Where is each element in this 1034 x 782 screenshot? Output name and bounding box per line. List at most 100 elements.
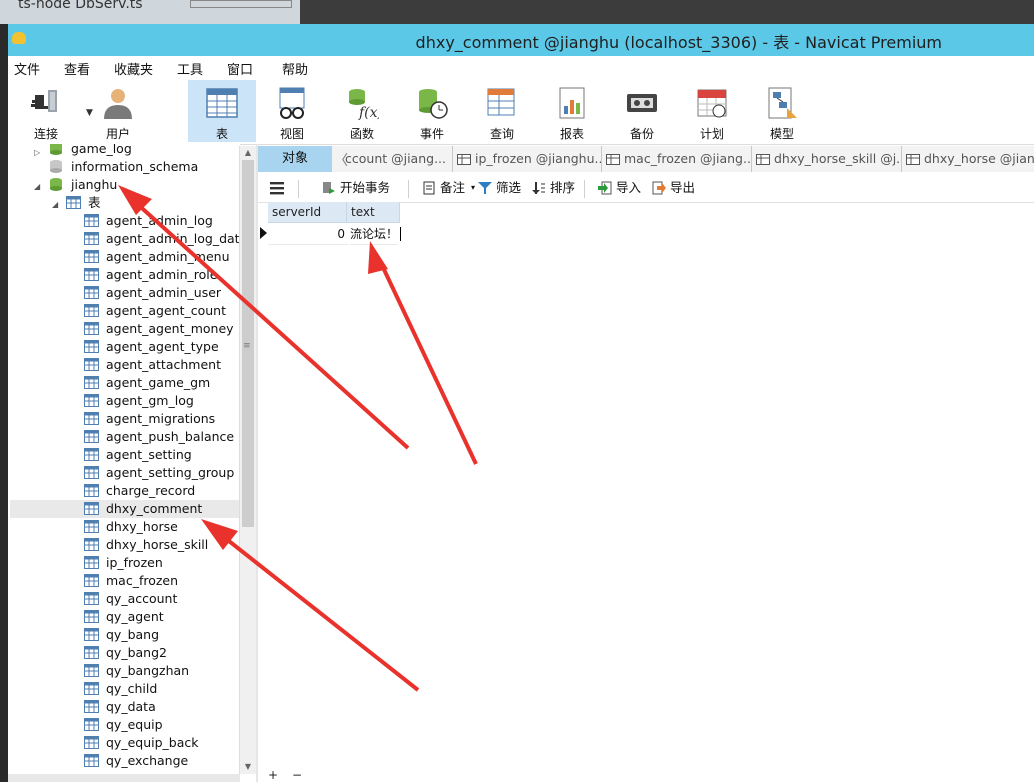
import-button[interactable]: 导入 (598, 179, 644, 197)
column-header-serverid[interactable]: serverId (268, 202, 347, 223)
menu-window[interactable]: 窗口 (227, 59, 253, 78)
tree-table-item[interactable]: charge_record (84, 482, 239, 500)
tree-table-item[interactable]: qy_bangzhan (84, 662, 239, 680)
tree-table-item[interactable]: agent_agent_count (84, 302, 239, 320)
table-icon (906, 154, 920, 165)
tree-table-item[interactable]: agent_push_balance (84, 428, 239, 446)
tree-table-item[interactable]: agent_gm_log (84, 392, 239, 410)
event-tool-label: 事件 (419, 127, 444, 141)
scroll-down-arrow-icon[interactable]: ▼ (240, 760, 256, 774)
menu-tools[interactable]: 工具 (177, 59, 203, 78)
note-button[interactable]: 备注 ▾ (422, 179, 476, 197)
tree-table-item[interactable]: agent_agent_money (84, 320, 239, 338)
tree-table-item[interactable]: mac_frozen (84, 572, 239, 590)
tree-db-label: jianghu (71, 177, 118, 192)
table-group-icon (66, 196, 81, 209)
menu-help[interactable]: 帮助 (282, 59, 308, 78)
sort-button[interactable]: 排序 (532, 179, 580, 197)
table-icon (606, 154, 620, 165)
tree-vertical-scrollbar[interactable]: ▲ ≡ ▼ (239, 146, 256, 774)
tree-table-item[interactable]: qy_child (84, 680, 239, 698)
tree-tables-group[interactable]: 表 (66, 194, 236, 212)
scroll-up-arrow-icon[interactable]: ▲ (240, 146, 256, 160)
table-icon (84, 646, 99, 659)
cell-text[interactable]: 流论坛！ (350, 224, 402, 245)
delete-record-icon[interactable]: − (292, 768, 302, 782)
window-title: dhxy_comment @jianghu (localhost_3306) -… (415, 33, 942, 52)
export-icon (652, 181, 666, 195)
tree-table-item[interactable]: qy_bang2 (84, 644, 239, 662)
tree-table-item[interactable]: qy_data (84, 698, 239, 716)
tree-table-item[interactable]: agent_admin_log_data (84, 230, 240, 248)
tree-db-jianghu[interactable]: jianghu (49, 176, 239, 194)
expand-arrow-icon[interactable]: ▷ (34, 148, 40, 157)
tree-table-item[interactable]: agent_setting_group (84, 464, 239, 482)
cell-serverid-value: 0 (337, 227, 345, 241)
tree-table-item[interactable]: qy_bang (84, 626, 239, 644)
model-tool-button[interactable]: 模型 (752, 80, 812, 142)
hamburger-menu-icon[interactable] (270, 179, 286, 197)
tree-table-item[interactable]: agent_admin_menu (84, 248, 239, 266)
tree-db-information-schema[interactable]: information_schema (49, 158, 239, 176)
tree-table-item[interactable]: dhxy_horse (84, 518, 239, 536)
tree-horizontal-scrollbar[interactable] (8, 774, 240, 782)
tree-table-item[interactable]: qy_account (84, 590, 239, 608)
tree-table-item[interactable]: agent_setting (84, 446, 239, 464)
tree-table-item[interactable]: ip_frozen (84, 554, 239, 572)
table-icon (756, 154, 770, 165)
user-button[interactable]: 用户 (88, 80, 148, 142)
tab-ip-frozen[interactable]: ip_frozen @jianghu... (452, 146, 601, 172)
tree-table-item[interactable]: agent_admin_user (84, 284, 239, 302)
table-icon (84, 322, 99, 335)
connect-button[interactable]: 连接 ▼ (16, 80, 93, 142)
tab-account[interactable]: ccount @jiang... (345, 146, 452, 172)
query-tool-button[interactable]: 查询 (472, 80, 532, 142)
table-icon (457, 154, 471, 165)
menu-file[interactable]: 文件 (14, 59, 40, 78)
tree-table-item[interactable]: agent_attachment (84, 356, 239, 374)
tree-table-item[interactable]: qy_equip (84, 716, 239, 734)
add-record-icon[interactable]: + (268, 768, 278, 782)
tree-table-item[interactable]: qy_exchange (84, 752, 239, 770)
schedule-tool-button[interactable]: 计划 (682, 80, 742, 142)
tab-dhxy-horse-skill[interactable]: dhxy_horse_skill @j... (751, 146, 901, 172)
collapse-arrow-icon[interactable]: ◢ (52, 200, 58, 209)
collapse-arrow-icon[interactable]: ◢ (34, 182, 40, 191)
table-icon (206, 88, 238, 118)
menu-view[interactable]: 查看 (64, 59, 90, 78)
filter-button[interactable]: 筛选 (478, 179, 526, 197)
event-tool-button[interactable]: 事件 (402, 80, 462, 142)
tree-table-item[interactable]: agent_admin_role (84, 266, 239, 284)
tree-table-label: agent_gm_log (106, 393, 194, 408)
tree-table-item[interactable]: agent_game_gm (84, 374, 239, 392)
note-dropdown-icon[interactable]: ▾ (471, 179, 475, 197)
column-header-text[interactable]: text (347, 202, 400, 223)
export-button[interactable]: 导出 (652, 179, 698, 197)
title-bar[interactable]: dhxy_comment @jianghu (localhost_3306) -… (8, 24, 1034, 56)
cell-serverid[interactable]: 0 (268, 224, 348, 245)
tree-table-item[interactable]: agent_migrations (84, 410, 239, 428)
tree-table-item[interactable]: dhxy_horse_skill (84, 536, 239, 554)
function-tool-button[interactable]: f(x) 函数 (332, 80, 392, 142)
backup-tool-button[interactable]: 备份 (612, 80, 672, 142)
tree-table-label: charge_record (106, 483, 196, 498)
view-tool-button[interactable]: 视图 (262, 80, 322, 142)
tree-table-item[interactable]: qy_agent (84, 608, 239, 626)
tree-table-item[interactable]: dhxy_comment (10, 500, 239, 518)
tree-table-item[interactable]: agent_admin_log (84, 212, 239, 230)
tab-dhxy-horse[interactable]: dhxy_horse @jiang... (901, 146, 1034, 172)
tab-objects[interactable]: 对象 (258, 146, 332, 172)
report-tool-button[interactable]: 报表 (542, 80, 602, 142)
begin-transaction-button[interactable]: 开始事务 (322, 179, 402, 197)
pane-splitter[interactable] (256, 144, 258, 782)
table-icon (84, 412, 99, 425)
tree-table-item[interactable]: qy_equip_back (84, 734, 239, 752)
tree-table-item[interactable]: agent_agent_type (84, 338, 239, 356)
tree-table-label: agent_setting (106, 447, 192, 462)
view-glasses-icon (279, 87, 305, 119)
menu-favorites[interactable]: 收藏夹 (114, 59, 153, 78)
tab-mac-frozen[interactable]: mac_frozen @jiang... (601, 146, 751, 172)
tree-table-label: agent_migrations (106, 411, 216, 426)
table-tool-button[interactable]: 表 (188, 80, 256, 142)
tree-db-game-log[interactable]: game_log (49, 144, 239, 158)
